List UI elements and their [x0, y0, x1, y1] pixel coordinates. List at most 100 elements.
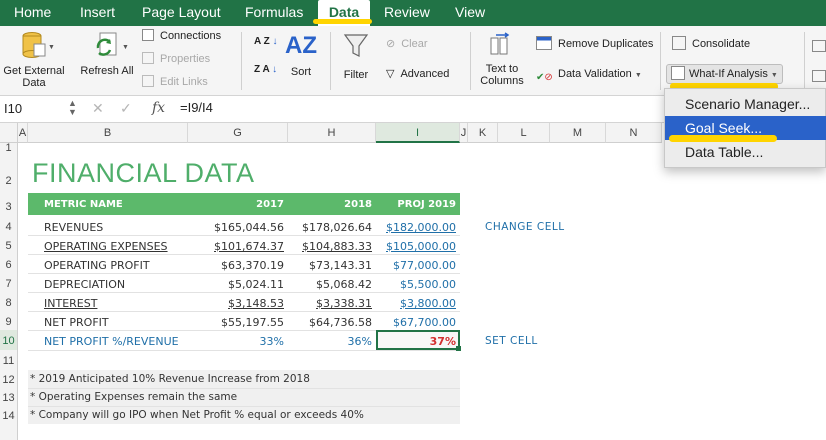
row-header-12[interactable]: 12 — [0, 370, 18, 388]
filter-icon — [343, 34, 369, 57]
confirm-icon[interactable]: ✓ — [120, 100, 132, 117]
header-2017: 2017 — [256, 199, 284, 210]
row-header-10[interactable]: 10 — [0, 330, 18, 350]
group-icon[interactable] — [812, 40, 826, 52]
tab-view[interactable]: View — [455, 0, 485, 26]
data-validation-label: Data Validation — [558, 68, 632, 80]
column-header-a[interactable]: A — [18, 123, 28, 143]
get-external-data-button[interactable]: Get External Data — [0, 30, 68, 89]
value-2017[interactable]: $63,370.19 — [188, 259, 284, 272]
formula-input[interactable]: =I9/I4 — [180, 100, 213, 115]
menu-item-data-table[interactable]: Data Table... — [665, 140, 826, 164]
clear-filter-label: Clear — [401, 38, 428, 50]
what-if-analysis-button[interactable]: What-If Analysis ▼ — [666, 64, 783, 84]
value-proj-2019[interactable]: $105,000.00 — [376, 240, 456, 253]
value-proj-2019[interactable]: $67,700.00 — [376, 316, 456, 329]
cancel-icon[interactable]: ✕ — [92, 100, 104, 117]
metric-depreciation[interactable]: DEPRECIATION — [44, 278, 125, 291]
value-2018[interactable]: 36% — [288, 335, 372, 348]
value-proj-2019[interactable]: $77,000.00 — [376, 259, 456, 272]
value-proj-2019[interactable]: $182,000.00 — [376, 221, 456, 234]
row-divider — [28, 235, 460, 236]
column-header-b[interactable]: B — [28, 123, 188, 143]
row-header-6[interactable]: 6 — [0, 254, 18, 273]
row-header-5[interactable]: 5 — [0, 235, 18, 254]
value-2018[interactable]: $3,338.31 — [288, 297, 372, 310]
edit-links-label: Edit Links — [160, 76, 208, 88]
refresh-all-button[interactable]: Refresh All — [80, 30, 134, 77]
tab-home[interactable]: Home — [14, 0, 51, 26]
filter-button[interactable]: Filter — [336, 32, 376, 81]
tab-formulas[interactable]: Formulas — [245, 0, 303, 26]
value-2017[interactable]: $3,148.53 — [188, 297, 284, 310]
sort-ascending-button[interactable]: A Z ↓ — [254, 34, 278, 50]
value-2017[interactable]: $101,674.37 — [188, 240, 284, 253]
metric-interest[interactable]: INTEREST — [44, 297, 97, 310]
value-2017[interactable]: $165,044.56 — [188, 221, 284, 234]
metric-operating-profit[interactable]: OPERATING PROFIT — [44, 259, 150, 272]
ungroup-icon[interactable] — [812, 70, 826, 82]
advanced-filter-button[interactable]: ▽ Advanced — [386, 66, 449, 82]
name-box-stepper-icon[interactable]: ▲ ▼ — [68, 99, 77, 117]
row-header-1[interactable]: 1 — [0, 143, 18, 163]
edit-links-button[interactable]: Edit Links — [142, 74, 208, 90]
column-header-i[interactable]: I — [376, 123, 460, 143]
sort-button[interactable]: AZ Sort — [282, 32, 320, 78]
column-header-l[interactable]: L — [498, 123, 550, 143]
value-proj-2019[interactable]: $3,800.00 — [376, 297, 456, 310]
value-2017[interactable]: $5,024.11 — [188, 278, 284, 291]
value-proj-2019[interactable]: $5,500.00 — [376, 278, 456, 291]
note-revenue-increase: * 2019 Anticipated 10% Revenue Increase … — [30, 373, 310, 385]
value-2018[interactable]: $5,068.42 — [288, 278, 372, 291]
row-header-11[interactable]: 11 — [0, 350, 18, 370]
sort-descending-button[interactable]: Z A ↓ — [254, 62, 277, 78]
row-header-4[interactable]: 4 — [0, 216, 18, 235]
value-2018[interactable]: $104,883.33 — [288, 240, 372, 253]
tab-page-layout[interactable]: Page Layout — [142, 0, 221, 26]
value-2017[interactable]: 33% — [188, 335, 284, 348]
value-2017[interactable]: $55,197.55 — [188, 316, 284, 329]
column-header-n[interactable]: N — [606, 123, 662, 143]
select-all-corner[interactable] — [0, 123, 18, 143]
column-header-m[interactable]: M — [550, 123, 606, 143]
fill-handle[interactable] — [456, 346, 461, 351]
row-header-8[interactable]: 8 — [0, 292, 18, 311]
menu-item-scenario-manager[interactable]: Scenario Manager... — [665, 92, 826, 116]
what-if-label: What-If Analysis — [689, 68, 768, 80]
consolidate-button[interactable]: Consolidate — [672, 36, 750, 52]
chevron-down-icon: ▼ — [122, 44, 129, 51]
data-validation-button[interactable]: ✔⊘ Data Validation ▼ — [536, 66, 642, 83]
value-2018[interactable]: $64,736.58 — [288, 316, 372, 329]
row-header-14[interactable]: 14 — [0, 406, 18, 424]
value-2018[interactable]: $73,143.31 — [288, 259, 372, 272]
remove-duplicates-label: Remove Duplicates — [558, 38, 654, 50]
tab-insert[interactable]: Insert — [80, 0, 115, 26]
connections-button[interactable]: Connections — [142, 28, 221, 44]
metric-net-profit[interactable]: NET PROFIT — [44, 316, 109, 329]
row-divider — [28, 273, 460, 274]
row-header-13[interactable]: 13 — [0, 388, 18, 406]
connections-label: Connections — [160, 30, 222, 42]
metric-operating-expenses[interactable]: OPERATING EXPENSES — [44, 240, 168, 253]
row-header-15[interactable] — [0, 424, 18, 440]
filter-label: Filter — [343, 69, 369, 81]
excel-window: Home Insert Page Layout Formulas Data Re… — [0, 0, 826, 440]
metric-revenues[interactable]: REVENUES — [44, 221, 103, 234]
row-header-3[interactable]: 3 — [0, 193, 18, 216]
column-header-g[interactable]: G — [188, 123, 288, 143]
clear-filter-button[interactable]: ⊘ Clear — [386, 36, 428, 52]
fx-icon[interactable]: fx — [152, 100, 165, 116]
metric-net-profit-pct[interactable]: NET PROFIT %/REVENUE — [44, 335, 179, 348]
value-2018[interactable]: $178,026.64 — [288, 221, 372, 234]
text-to-columns-button[interactable]: Text to Columns — [474, 32, 530, 87]
column-header-h[interactable]: H — [288, 123, 376, 143]
remove-duplicates-button[interactable]: Remove Duplicates — [536, 36, 653, 52]
column-header-k[interactable]: K — [468, 123, 498, 143]
properties-button[interactable]: Properties — [142, 51, 210, 67]
ribbon-separator — [241, 32, 242, 90]
tab-review[interactable]: Review — [384, 0, 430, 26]
row-header-9[interactable]: 9 — [0, 311, 18, 330]
column-header-j[interactable]: J — [460, 123, 468, 143]
row-header-2[interactable]: 2 — [0, 163, 18, 193]
row-header-7[interactable]: 7 — [0, 273, 18, 292]
